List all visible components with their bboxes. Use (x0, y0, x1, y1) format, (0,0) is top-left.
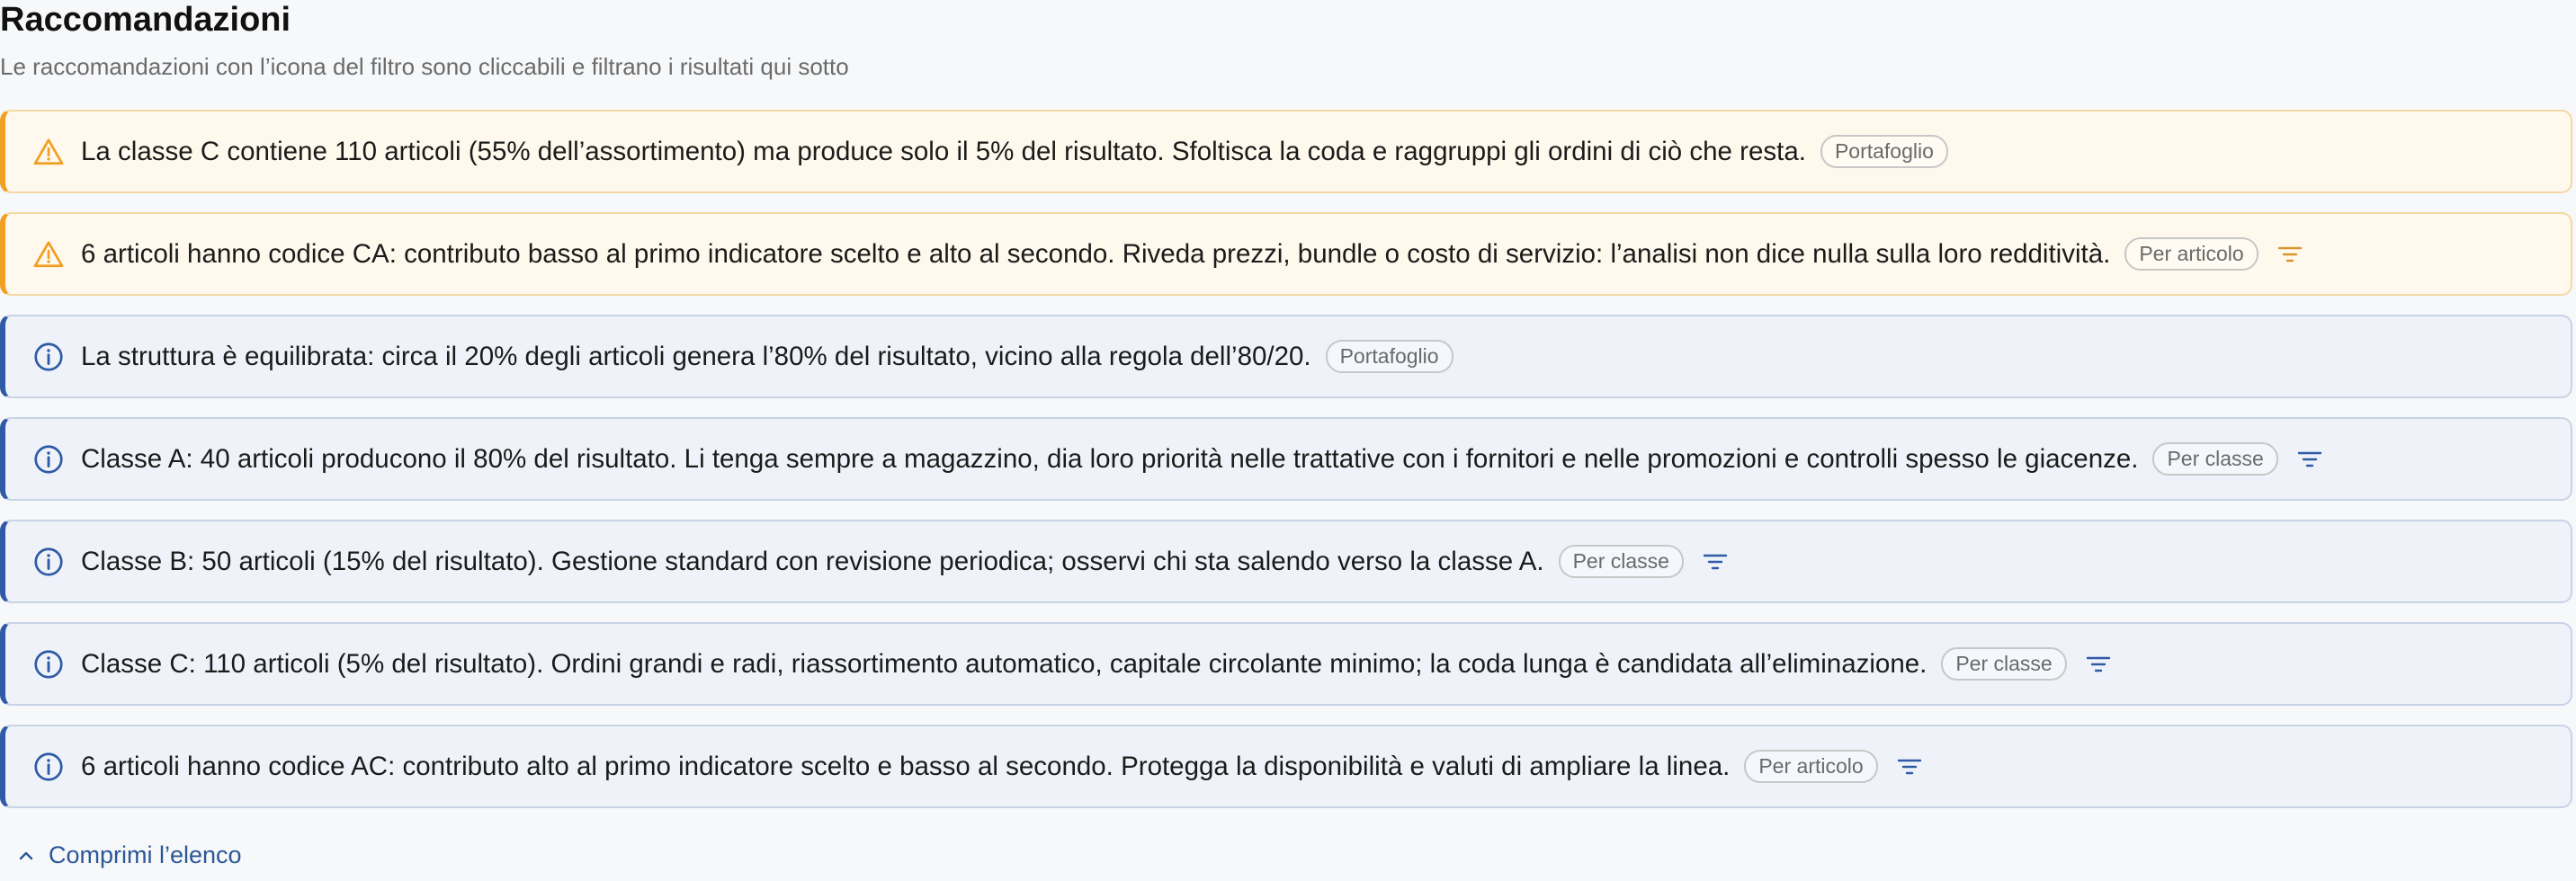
recommendation-text: Classe B: 50 articoli (15% del risultato… (81, 546, 1544, 576)
info-circle-icon (32, 546, 65, 578)
recommendation-card[interactable]: 6 articoli hanno codice AC: contributo a… (0, 725, 2572, 808)
recommendation-card[interactable]: 6 articoli hanno codice CA: contributo b… (0, 212, 2572, 296)
filter-icon[interactable] (2276, 243, 2303, 266)
filter-icon[interactable] (1702, 550, 1729, 574)
info-circle-icon (32, 443, 65, 476)
scope-badge: Portafoglio (1325, 340, 1453, 373)
info-circle-icon (32, 751, 65, 783)
scope-badge: Per classe (1558, 545, 1684, 578)
page-title: Raccomandazioni (0, 1, 291, 39)
scope-badge: Per classe (2152, 442, 2278, 476)
recommendation-text: La classe C contiene 110 articoli (55% d… (81, 136, 1806, 166)
recommendation-text: Classe C: 110 articoli (5% del risultato… (81, 648, 1928, 679)
filter-icon[interactable] (2296, 448, 2323, 471)
scope-badge: Per articolo (2124, 237, 2258, 271)
recommendation-card: La classe C contiene 110 articoli (55% d… (0, 110, 2572, 193)
warning-triangle-icon (32, 136, 65, 168)
scope-badge: Per articolo (1744, 750, 1878, 783)
recommendation-text: Classe A: 40 articoli producono il 80% d… (81, 443, 2139, 474)
chevron-up-icon (16, 846, 36, 866)
recommendation-text: 6 articoli hanno codice CA: contributo b… (81, 238, 2111, 269)
recommendations-panel: Raccomandazioni Le raccomandazioni con l… (0, 0, 2576, 881)
scope-badge: Per classe (1941, 647, 2067, 681)
scope-badge: Portafoglio (1820, 135, 1948, 168)
collapse-list-label: Comprimi l’elenco (49, 841, 242, 868)
recommendation-text: 6 articoli hanno codice AC: contributo a… (81, 751, 1731, 781)
info-circle-icon (32, 648, 65, 681)
recommendation-card[interactable]: Classe A: 40 articoli producono il 80% d… (0, 417, 2572, 501)
recommendation-card[interactable]: Classe B: 50 articoli (15% del risultato… (0, 520, 2572, 603)
filter-icon[interactable] (2085, 653, 2112, 676)
recommendation-card: La struttura è equilibrata: circa il 20%… (0, 315, 2572, 398)
page-subtitle: Le raccomandazioni con l’icona del filtr… (0, 53, 849, 80)
filter-icon[interactable] (1896, 755, 1923, 779)
recommendation-text: La struttura è equilibrata: circa il 20%… (81, 341, 1311, 371)
recommendation-card[interactable]: Classe C: 110 articoli (5% del risultato… (0, 622, 2572, 706)
warning-triangle-icon (32, 238, 65, 271)
info-circle-icon (32, 341, 65, 373)
collapse-list-button[interactable]: Comprimi l’elenco (16, 841, 242, 869)
